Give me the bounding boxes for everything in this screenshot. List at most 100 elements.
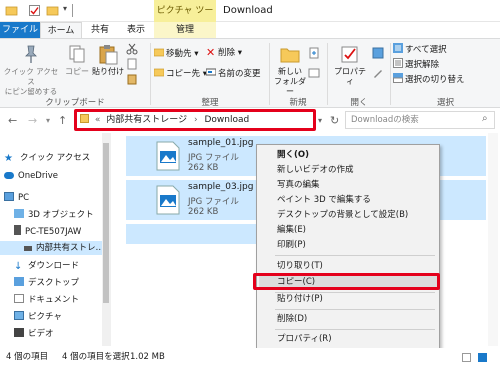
edit-icon[interactable] [372,67,384,80]
title-bar: ▾ ピクチャ ツール Download [0,0,500,38]
new-item-icon[interactable] [308,47,320,60]
menu-item-properties[interactable]: プロパティ(R) [277,333,332,345]
clipboard-group-label: クリップボード [45,98,105,108]
delete-button[interactable]: ✕ 削除 ▾ [206,47,242,60]
menu-separator [275,329,435,330]
menu-item-open[interactable]: 開く(O) [277,149,309,161]
menu-item-paint3d[interactable]: ペイント 3D で編集する [277,194,371,206]
sidebar-item-pc[interactable]: PC [4,191,29,205]
copy-button[interactable]: コピー [64,43,90,77]
file-item[interactable] [126,224,256,244]
select-none-button[interactable]: 選択解除 [393,58,439,71]
menu-item-delete[interactable]: 削除(D) [277,313,307,325]
sidebar-item-desktop[interactable]: デスクトップ [14,276,79,290]
navigation-bar: ← → ▾ ↑ « 内部共有ストレージ › Download ▾ ↻ Downl… [0,109,500,133]
sidebar-scrollbar-thumb[interactable] [103,143,109,303]
copy-path-icon[interactable] [126,58,138,71]
address-dropdown-chevron-icon[interactable]: ▾ [318,116,322,125]
menu-item-print[interactable]: 印刷(P) [277,239,306,251]
copy-icon [66,43,88,65]
select-all-button[interactable]: すべて選択 [393,43,447,56]
refresh-icon[interactable]: ↻ [330,114,339,127]
tab-share[interactable]: 共有 [82,22,118,38]
forward-arrow-icon[interactable]: → [28,114,37,127]
sidebar-item-videos[interactable]: ビデオ [14,327,54,341]
search-input[interactable]: Downloadの検索 [345,111,495,129]
properties-check-icon[interactable] [28,4,41,17]
open-icon[interactable] [372,47,384,60]
image-file-icon [156,185,180,215]
item-count: 4 個の項目 [6,352,49,362]
star-icon: ★ [4,153,13,164]
menu-separator [275,309,435,310]
video-icon [14,328,24,337]
move-to-button[interactable]: 移動先 ▾ [153,47,198,60]
select-all-icon [393,43,403,53]
rename-button[interactable]: 名前の変更 [205,67,261,80]
easy-access-icon[interactable] [308,67,320,80]
sidebar-item-documents[interactable]: ドキュメント [14,293,79,307]
sidebar-item-device[interactable]: PC-TE507JAW [14,225,81,239]
new-folder-icon [279,43,301,65]
menu-item-paste[interactable]: 貼り付け(P) [277,293,323,305]
picture-icon [14,311,24,320]
menu-item-edit-photo[interactable]: 写真の編集 [277,179,320,191]
sidebar-item-onedrive[interactable]: OneDrive [4,169,58,183]
paste-shortcut-icon[interactable] [126,73,138,86]
cut-small-icon[interactable] [126,43,138,56]
tab-manage[interactable]: 管理 [154,22,216,38]
desktop-icon [14,277,24,286]
pin-quick-access-button[interactable]: クイック アクセス にピン留めする [2,43,60,97]
cloud-icon [4,172,14,179]
delete-x-icon: ✕ [206,46,216,59]
ribbon-tabs: ファイル ホーム 共有 表示 管理 [0,22,500,38]
details-view-icon[interactable] [462,353,471,362]
address-highlight-frame [74,109,316,131]
content-scrollbar[interactable] [488,133,498,346]
menu-item-create-video[interactable]: 新しいビデオの作成 [277,164,354,176]
copy-to-button[interactable]: コピー先 ▾ [153,67,207,80]
properties-button[interactable]: プロパティ [331,43,369,87]
paste-button[interactable]: 貼り付け [92,43,124,77]
sidebar-item-pictures[interactable]: ピクチャ [14,310,62,324]
selected-count: 4 個の項目を選択 [62,352,130,362]
status-bar: 4 個の項目 4 個の項目を選択 1.02 MB [0,348,500,367]
select-none-icon [393,58,403,68]
up-arrow-icon[interactable]: ↑ [58,114,67,127]
select-group-label: 選択 [436,98,454,108]
rename-icon [205,67,217,77]
menu-item-set-background[interactable]: デスクトップの背景として設定(B) [277,209,408,221]
new-folder-quick-icon[interactable] [46,4,59,17]
app-folder-icon [5,4,18,17]
menu-item-cut[interactable]: 切り取り(T) [277,260,323,272]
back-arrow-icon[interactable]: ← [8,114,17,127]
menu-separator [275,255,435,256]
search-icon: ⌕ [482,113,488,124]
tab-view[interactable]: 表示 [118,22,154,38]
divider [72,4,73,17]
phone-icon [14,225,21,235]
customize-quick-access-icon[interactable]: ▾ [63,4,76,17]
recent-locations-chevron-icon[interactable]: ▾ [46,116,50,125]
tab-home[interactable]: ホーム [40,22,82,38]
menu-item-edit[interactable]: 編集(E) [277,224,306,236]
organize-group-label: 整理 [201,98,219,108]
open-group-label: 開く [350,98,368,108]
pin-icon [20,43,42,65]
ribbon: クイック アクセス にピン留めする コピー 貼り付け クリップボード 移動先 ▾… [0,38,500,108]
file-type: JPG ファイル [188,197,239,207]
new-folder-button[interactable]: 新しい フォルダー [272,43,308,97]
sidebar-item-internal-storage[interactable]: 内部共有ストレ… [0,241,104,255]
tiles-view-icon[interactable] [478,353,487,362]
file-size: 262 KB [188,163,219,173]
move-to-icon [153,47,165,57]
tab-file[interactable]: ファイル [0,22,40,38]
navigation-pane: ★ クイック アクセス OneDrive PC 3D オブジェクト PC-TE50… [0,133,111,346]
sidebar-item-3d-objects[interactable]: 3D オブジェクト [14,208,94,222]
invert-selection-button[interactable]: 選択の切り替え [393,73,465,86]
sidebar-item-downloads[interactable]: ↓ ダウンロード [14,259,79,273]
window-title: Download [223,5,273,16]
sidebar-item-quick-access[interactable]: ★ クイック アクセス [4,151,90,165]
properties-icon [339,43,361,65]
document-icon [14,294,24,303]
